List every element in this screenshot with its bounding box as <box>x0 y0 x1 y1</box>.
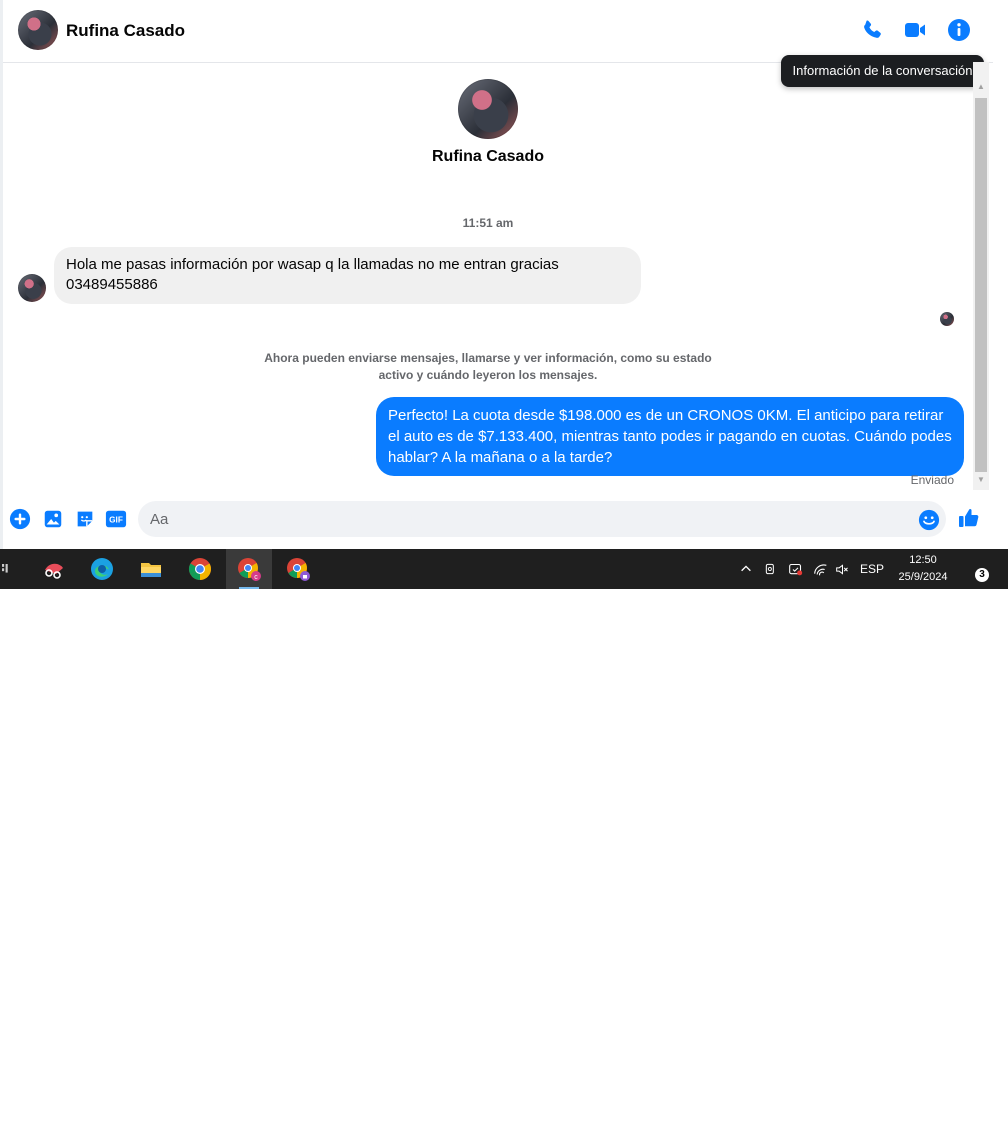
edge-icon[interactable] <box>79 549 125 589</box>
notification-icon[interactable] <box>963 1107 987 1131</box>
plus-icon[interactable] <box>9 508 31 530</box>
message-input[interactable] <box>138 501 946 537</box>
emoji-icon[interactable] <box>918 509 940 531</box>
messenger-window: Rufina Casado Información de la conversa… <box>0 0 1008 549</box>
snipping-tool-icon[interactable] <box>31 549 77 589</box>
sender-avatar[interactable] <box>18 274 46 302</box>
profile-avatar[interactable] <box>458 79 518 139</box>
contact-avatar[interactable] <box>18 10 58 50</box>
language-indicator[interactable]: ESP <box>858 549 886 589</box>
volume-muted-icon[interactable] <box>833 549 851 589</box>
chrome-profile-locked-icon[interactable] <box>275 549 321 589</box>
profile-name[interactable]: Rufina Casado <box>380 148 596 166</box>
read-receipt-avatar <box>940 312 954 326</box>
chrome-profile-c-icon[interactable]: c <box>226 549 272 589</box>
contact-name[interactable]: Rufina Casado <box>66 21 185 41</box>
meet-now-icon[interactable] <box>762 549 780 589</box>
system-message: Ahora pueden enviarse mensajes, llamarse… <box>264 351 712 382</box>
window-edge <box>0 0 3 549</box>
tooltip: Información de la conversación <box>781 55 984 87</box>
conversation-header: Rufina Casado <box>3 0 993 63</box>
outgoing-message[interactable]: Perfecto! La cuota desde $198.000 es de … <box>376 397 964 476</box>
windows-taskbar: c ESP <box>0 549 1008 1128</box>
task-view-icon[interactable] <box>0 549 14 589</box>
phone-icon[interactable] <box>860 18 884 42</box>
scrollbar-thumb[interactable] <box>975 98 987 472</box>
video-call-icon[interactable] <box>903 18 927 42</box>
wifi-icon[interactable] <box>811 549 829 589</box>
app-status-icon[interactable] <box>786 549 804 589</box>
gif-icon[interactable]: GIF <box>105 508 127 530</box>
chevron-up-icon[interactable] <box>738 549 754 589</box>
sticker-icon[interactable] <box>74 508 96 530</box>
incoming-message-line: Hola me pasas información por wasap q la… <box>66 256 559 273</box>
clock-date: 25/9/2024 <box>898 571 948 583</box>
clock-time: 12:50 <box>909 554 937 566</box>
incoming-message[interactable]: Hola me pasas información por wasap q la… <box>54 247 641 304</box>
message-timestamp: 11:51 am <box>462 216 514 230</box>
message-status: Enviado <box>910 473 954 487</box>
scroll-up-arrow[interactable]: ▲ <box>976 82 986 92</box>
svg-text:GIF: GIF <box>109 516 123 525</box>
notification-badge: 3 <box>975 568 989 582</box>
file-explorer-icon[interactable] <box>128 549 174 589</box>
thumbs-up-icon[interactable] <box>957 506 981 530</box>
svg-text:c: c <box>254 574 258 581</box>
incoming-message-line: 03489455886 <box>66 276 158 293</box>
info-icon[interactable] <box>947 18 971 42</box>
system-clock[interactable]: 12:50 25/9/2024 <box>888 552 958 586</box>
photo-icon[interactable] <box>42 508 64 530</box>
chrome-icon[interactable] <box>177 549 223 589</box>
scroll-down-arrow[interactable]: ▼ <box>976 475 986 485</box>
